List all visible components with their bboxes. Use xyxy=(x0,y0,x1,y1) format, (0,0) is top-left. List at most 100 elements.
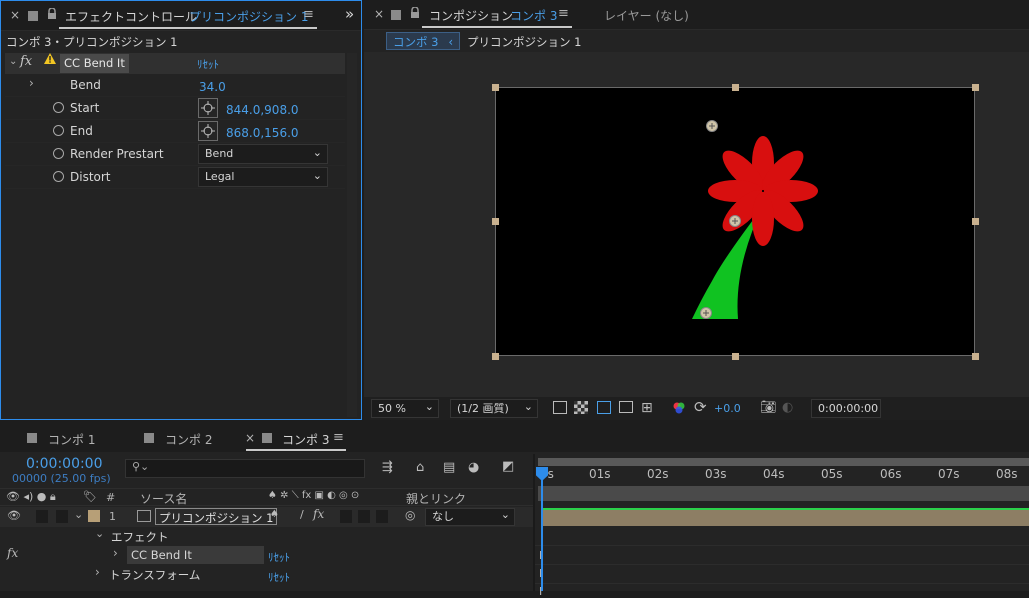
channel-icon[interactable] xyxy=(672,401,686,418)
collapse-icon[interactable]: » xyxy=(345,5,354,23)
lock-icon[interactable] xyxy=(47,7,57,20)
stopwatch-icon[interactable] xyxy=(53,171,64,182)
quality-switch[interactable]: / xyxy=(300,508,304,521)
lock-icon[interactable] xyxy=(410,6,420,22)
stopwatch-icon[interactable] xyxy=(53,125,64,136)
effects-group-row[interactable]: ⌄ エフェクト xyxy=(0,527,534,546)
time-graph[interactable]: 0s 01s 02s 03s 04s 05s 06s 07s 08s I I I xyxy=(535,454,1029,598)
draft-3d-icon[interactable]: ⌂ xyxy=(416,460,424,475)
reset-link[interactable]: ﾘｾｯﾄ xyxy=(197,56,219,72)
col-parent[interactable]: 親とリンク xyxy=(406,490,466,507)
comp-viewer[interactable] xyxy=(364,52,1029,397)
chevron-down-icon[interactable]: ⌄ xyxy=(9,56,17,67)
motion-blur-icon[interactable]: ◕ xyxy=(468,460,479,475)
tab-comp-2[interactable]: コンポ 2 xyxy=(165,431,212,448)
zoom-dropdown[interactable]: 50 % ⌄ xyxy=(371,399,439,418)
snapshot-toggle-icon[interactable] xyxy=(553,401,567,414)
transform-handle[interactable] xyxy=(972,218,979,225)
panel-menu-icon[interactable]: ≡ xyxy=(303,7,314,22)
eye-icon[interactable]: 👁︎ xyxy=(7,509,21,522)
distort-dropdown[interactable]: Legal ⌄ xyxy=(198,167,328,187)
playhead-line[interactable] xyxy=(541,468,543,591)
transform-handle[interactable] xyxy=(732,353,739,360)
warning-icon xyxy=(44,53,56,67)
prop-value[interactable]: 844.0,908.0 xyxy=(226,103,299,117)
effect-row-name[interactable]: CC Bend It xyxy=(127,546,264,564)
comp-mini-flowchart-icon[interactable]: ⇶ xyxy=(382,460,393,475)
guides-icon[interactable]: ⊞ xyxy=(641,400,653,416)
parent-dropdown[interactable]: なし ⌄ xyxy=(425,508,515,526)
crosshair-icon[interactable] xyxy=(198,98,218,118)
close-icon[interactable]: × xyxy=(10,8,20,22)
chevron-down-icon[interactable]: ⌄ xyxy=(95,527,104,540)
transform-handle[interactable] xyxy=(972,84,979,91)
transform-handle[interactable] xyxy=(492,84,499,91)
fx-icon[interactable]: fx xyxy=(7,546,18,560)
layer-label-color[interactable] xyxy=(88,510,100,522)
col-source-name[interactable]: ソース名 xyxy=(140,490,187,507)
prop-label: Distort xyxy=(70,170,111,184)
chevron-right-icon[interactable]: › xyxy=(29,76,34,90)
chevron-down-icon[interactable]: ⌄ xyxy=(74,508,83,521)
close-icon[interactable]: × xyxy=(374,7,384,21)
panel-menu-icon[interactable]: ≡ xyxy=(558,6,569,21)
transform-handle[interactable] xyxy=(972,353,979,360)
prop-value[interactable]: 868.0,156.0 xyxy=(226,126,299,140)
show-snapshot-icon[interactable]: ◐ xyxy=(782,400,793,415)
layer-search-input[interactable]: ⚲⌄ xyxy=(125,459,365,478)
fx-switch[interactable]: fx xyxy=(313,507,324,521)
switch-box[interactable] xyxy=(340,510,352,523)
scrollbar[interactable] xyxy=(347,53,357,417)
tab-comp-1[interactable]: コンポ 1 xyxy=(48,431,95,448)
transparency-grid-icon[interactable] xyxy=(574,401,588,414)
stopwatch-icon[interactable] xyxy=(53,148,64,159)
transform-handle[interactable] xyxy=(492,353,499,360)
crumb-active[interactable]: コンポ 3 ‹ xyxy=(386,32,461,50)
close-icon[interactable]: × xyxy=(245,431,255,445)
layer-row[interactable]: 👁︎ ⌄ 1 プリコンポジション 1 ♠ / fx ◎ なし ⌄ xyxy=(0,507,534,527)
transform-handle[interactable] xyxy=(492,218,499,225)
camera-icon[interactable]: 📷︎ xyxy=(760,400,777,415)
graph-editor-icon[interactable]: ◩ xyxy=(502,459,514,474)
current-time-display[interactable]: 0:00:00:00 xyxy=(811,399,881,418)
time-ruler[interactable]: 0s 01s 02s 03s 04s 05s 06s 07s 08s xyxy=(535,466,1029,486)
layer-column-header: 👁︎ ◂) ● 🔒︎ 🏷︎ # ソース名 ♠ ✲ ⟍ fx ▣ ◐ ◎ ⊙ 親と… xyxy=(0,488,534,506)
pickwhip-icon[interactable]: ◎ xyxy=(405,508,415,522)
region-of-interest-icon[interactable] xyxy=(619,401,633,413)
reset-link[interactable]: ﾘｾｯﾄ xyxy=(268,549,290,565)
timeline-timecode[interactable]: 0:00:00:00 xyxy=(26,456,103,472)
exposure-value[interactable]: +0.0 xyxy=(714,402,741,415)
tab-comp-3[interactable]: コンポ 3 xyxy=(282,431,329,448)
chevron-right-icon[interactable]: › xyxy=(95,565,100,579)
transform-handle[interactable] xyxy=(732,84,739,91)
reset-exposure-icon[interactable]: ⟳ xyxy=(694,398,707,416)
switch-box[interactable] xyxy=(358,510,370,523)
fx-icon[interactable]: fx xyxy=(20,54,32,69)
work-area-bar[interactable] xyxy=(538,458,1029,466)
layer-tab[interactable]: レイヤー (なし) xyxy=(604,7,689,24)
panel-divider[interactable] xyxy=(533,454,535,591)
prop-value[interactable]: 34.0 xyxy=(199,80,226,94)
chevron-right-icon[interactable]: › xyxy=(113,546,118,560)
panel-menu-icon[interactable]: ≡ xyxy=(333,430,344,445)
transform-row[interactable]: › トランスフォーム ﾘｾｯﾄ xyxy=(0,565,534,584)
frame-blending-icon[interactable]: ▤ xyxy=(443,460,455,475)
solo-box[interactable] xyxy=(36,510,48,523)
mask-path-icon[interactable] xyxy=(597,401,611,414)
crosshair-icon[interactable] xyxy=(198,121,218,141)
layer-duration-bar[interactable] xyxy=(541,508,1029,526)
render-prestart-dropdown[interactable]: Bend ⌄ xyxy=(198,144,328,164)
crumb-next[interactable]: プリコンポジション 1 xyxy=(467,34,581,50)
comp-canvas[interactable] xyxy=(495,87,975,356)
shy-switch[interactable]: ♠ xyxy=(270,509,279,520)
switch-box[interactable] xyxy=(376,510,388,523)
effect-row[interactable]: fx › CC Bend It ﾘｾｯﾄ xyxy=(0,546,534,565)
effect-name[interactable]: CC Bend It xyxy=(60,54,129,73)
lock-box[interactable] xyxy=(56,510,68,523)
reset-link[interactable]: ﾘｾｯﾄ xyxy=(268,569,290,585)
resolution-dropdown[interactable]: (1/2 画質) ⌄ xyxy=(450,399,538,418)
track-row xyxy=(535,565,1029,584)
parent-value: なし xyxy=(432,510,454,523)
stopwatch-icon[interactable] xyxy=(53,102,64,113)
layer-name[interactable]: プリコンポジション 1 xyxy=(155,508,278,525)
